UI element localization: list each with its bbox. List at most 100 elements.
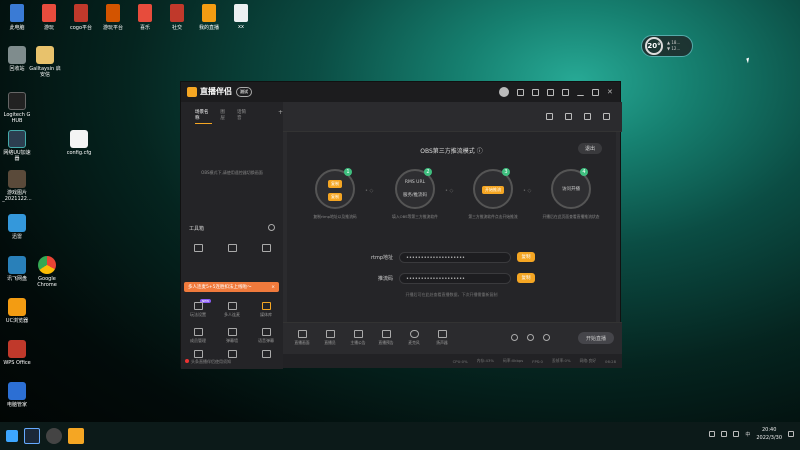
desktop-icon-game-image[interactable]: 游戏图片 _2021122... bbox=[2, 170, 32, 202]
ime-indicator[interactable]: 中 bbox=[745, 431, 750, 438]
tool-voice[interactable]: 语音弹幕 bbox=[255, 328, 277, 344]
eye-icon[interactable] bbox=[527, 334, 534, 341]
bottom-tool-preview[interactable]: 直播预告 bbox=[375, 330, 397, 346]
tool-2[interactable] bbox=[221, 244, 243, 254]
steam-icon[interactable] bbox=[24, 428, 40, 444]
rtmp-field[interactable]: •••••••••••••••••••• bbox=[399, 252, 511, 263]
store-icon[interactable] bbox=[546, 113, 553, 120]
tool-6[interactable] bbox=[255, 350, 277, 360]
network-icon[interactable] bbox=[721, 431, 728, 437]
desktop-icon-pc-manager[interactable]: 电脑管家 bbox=[2, 382, 32, 408]
app-icon bbox=[106, 4, 120, 22]
bottom-tool-host[interactable]: 直播员 bbox=[319, 330, 341, 346]
screen-icon bbox=[297, 330, 307, 338]
desktop-icon-wps[interactable]: WPS Office bbox=[2, 340, 32, 366]
menu-icon[interactable] bbox=[562, 88, 569, 96]
tab-scene[interactable]: 场景名称 bbox=[195, 109, 213, 124]
more-tools-icon[interactable] bbox=[268, 224, 275, 231]
clock[interactable]: 20:40 2022/3/30 bbox=[756, 426, 782, 442]
gamepad-icon bbox=[193, 302, 203, 310]
scene-panel: 场景名称 图层 话筒音 + OBS模式下,请使用遥控器切换画面 工具箱 多人连麦… bbox=[181, 102, 283, 369]
tool-gameplay[interactable]: 玩法设置 bbox=[187, 302, 209, 318]
desktop-icon-3[interactable]: 游玩平台 bbox=[98, 4, 128, 31]
stream-key-field[interactable]: •••••••••••••••••••• bbox=[399, 273, 511, 284]
desktop-icon-config[interactable]: config.cfg bbox=[62, 130, 96, 156]
desktop-icon-galltaysin[interactable]: Galltaysin 启安信 bbox=[28, 46, 62, 78]
bottom-tool-speaker[interactable]: 扬声器 bbox=[431, 330, 453, 346]
bottom-tool-screen[interactable]: 直播画面 bbox=[291, 330, 313, 346]
minimize-icon[interactable] bbox=[577, 89, 584, 96]
volume-icon[interactable] bbox=[733, 431, 740, 437]
tool-3[interactable] bbox=[255, 244, 277, 254]
step-4: 4 访问开播 bbox=[551, 168, 591, 209]
desktop-icon-logitech[interactable]: Logitech G HUB bbox=[2, 92, 32, 124]
copy-key-button[interactable]: 复制 bbox=[517, 273, 535, 283]
rtmp-label: rtmp地址 bbox=[370, 255, 393, 261]
copy-rtmp-button[interactable]: 复制 bbox=[517, 252, 535, 262]
tool-danmaku[interactable]: 弹幕墙 bbox=[221, 328, 243, 344]
exit-button[interactable]: 退出 bbox=[578, 143, 602, 154]
danmaku-icon bbox=[227, 328, 237, 336]
notice-icon bbox=[353, 330, 363, 338]
taskbar: 中 20:40 2022/3/30 bbox=[0, 422, 800, 450]
app-icon bbox=[42, 4, 56, 22]
shield-icon bbox=[8, 382, 26, 400]
desktop-icon-7[interactable]: xx bbox=[226, 4, 256, 30]
avatar[interactable] bbox=[499, 87, 509, 97]
desktop-icon-chrome[interactable]: Google Chrome bbox=[30, 256, 64, 288]
weather-temp: 20 ° bbox=[645, 37, 663, 55]
voice-icon bbox=[261, 328, 271, 336]
app-logo: 直播伴侣 测试 bbox=[187, 86, 252, 97]
tab-mic[interactable]: 话筒音 bbox=[237, 109, 250, 124]
weather-widget[interactable]: 20 ° ▲ 18... ▼ 12... bbox=[641, 35, 693, 57]
system-tray: 中 20:40 2022/3/30 bbox=[709, 426, 794, 442]
desktop-icon-xunlei[interactable]: 迅雷 bbox=[2, 214, 32, 240]
desktop-icon-uu[interactable]: 网络UU加速器 bbox=[2, 130, 32, 162]
settings-icon[interactable] bbox=[543, 334, 550, 341]
start-live-button[interactable]: 开始直播 bbox=[578, 332, 614, 344]
promo-banner[interactable]: 多人连麦5+5连胜扣法上线啦～ × bbox=[184, 282, 279, 292]
live-companion-taskbar-icon[interactable] bbox=[68, 428, 84, 444]
chevron-up-icon[interactable] bbox=[709, 431, 716, 437]
skin-icon[interactable] bbox=[547, 88, 554, 96]
chrome-icon bbox=[38, 256, 56, 274]
help-icon[interactable]: ⓘ bbox=[477, 148, 483, 155]
share-icon[interactable] bbox=[603, 113, 610, 120]
gift-icon[interactable] bbox=[532, 88, 539, 96]
windows-start-icon[interactable] bbox=[6, 430, 18, 442]
notification-icon[interactable] bbox=[788, 431, 794, 437]
obs-icon[interactable] bbox=[46, 428, 62, 444]
network-stat: 网络:良好 bbox=[579, 358, 597, 363]
desktop-icon-1[interactable]: 游玩 bbox=[34, 4, 64, 31]
tool-media[interactable]: 媒体库 bbox=[255, 302, 277, 318]
more-icon bbox=[261, 350, 271, 358]
tool-multi-link[interactable]: 多人连麦 bbox=[221, 302, 243, 318]
tool-1[interactable] bbox=[187, 244, 209, 254]
message-icon[interactable] bbox=[517, 88, 524, 96]
lock-icon[interactable] bbox=[565, 113, 572, 120]
hd-icon[interactable] bbox=[511, 334, 518, 341]
toolbox-title: 工具箱 bbox=[189, 226, 205, 232]
tab-layer[interactable]: 图层 bbox=[220, 109, 229, 124]
usage-notice-link[interactable]: 头条直播伴侣使用须知 bbox=[185, 359, 231, 365]
desktop-icon-4[interactable]: 喜乐 bbox=[130, 4, 160, 31]
desktop-icon-5[interactable]: 社交 bbox=[162, 4, 192, 31]
app-icon bbox=[202, 4, 216, 22]
desktop-icon-2[interactable]: cogo平台 bbox=[66, 4, 96, 31]
bottom-tool-notice[interactable]: 主播公告 bbox=[347, 330, 369, 346]
preview-icon bbox=[381, 330, 391, 338]
step-3: 3 开始推流 bbox=[473, 168, 513, 209]
bottom-tool-mic[interactable]: 麦克风 bbox=[403, 330, 425, 346]
close-icon[interactable]: ✕ bbox=[607, 88, 614, 96]
tool-members[interactable]: 成员管理 bbox=[187, 328, 209, 344]
desktop-icon-uc[interactable]: UC浏览器 bbox=[2, 298, 32, 324]
media-icon bbox=[261, 302, 271, 310]
copy-icon[interactable] bbox=[584, 113, 591, 120]
desktop-icon-this-pc[interactable]: 此电脑 bbox=[2, 4, 32, 31]
desktop-icon-6[interactable]: 我的直播 bbox=[194, 4, 224, 31]
desktop-icon-netdisk[interactable]: 讯飞网盘 bbox=[2, 256, 32, 282]
maximize-icon[interactable] bbox=[592, 88, 599, 96]
hint-text: 开播后可在此处查看直播数据，下次开播需重新复制 bbox=[405, 292, 498, 297]
title-bar[interactable]: 直播伴侣 测试 ✕ bbox=[181, 82, 620, 102]
promo-close-icon[interactable]: × bbox=[271, 285, 275, 290]
